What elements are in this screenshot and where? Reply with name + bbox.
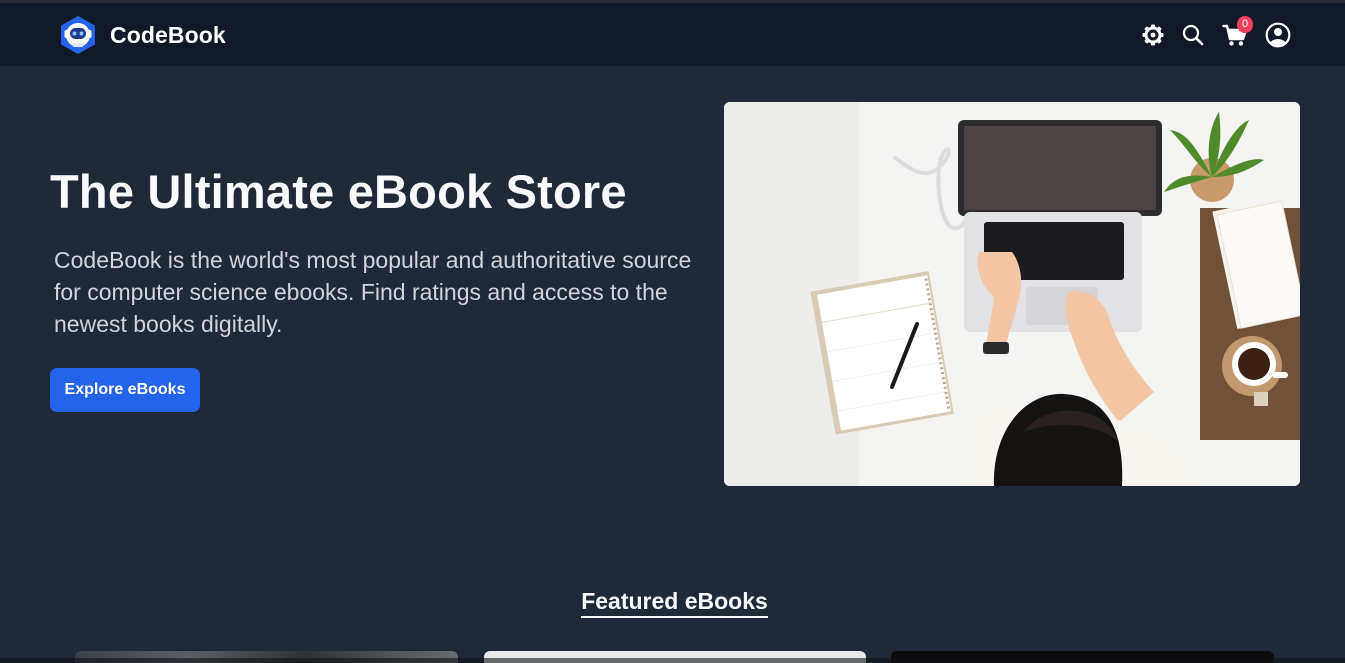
featured-ebooks-heading: Featured eBooks: [0, 588, 1345, 618]
gear-icon[interactable]: [1138, 20, 1168, 50]
search-icon[interactable]: [1178, 20, 1208, 50]
explore-ebooks-button[interactable]: Explore eBooks: [50, 368, 200, 412]
brand-name: CodeBook: [110, 21, 226, 48]
desk-photo-illustration: [724, 102, 1300, 486]
hero-description: CodeBook is the world's most popular and…: [54, 247, 692, 337]
astronaut-logo-icon: [61, 16, 95, 54]
hero-title: The Ultimate eBook Store: [50, 165, 627, 218]
user-circle-icon[interactable]: [1263, 20, 1293, 50]
cart-icon[interactable]: 0: [1220, 16, 1253, 50]
featured-ebooks-title: Featured eBooks: [581, 588, 768, 618]
hero-image: [724, 102, 1300, 486]
window-bottom-edge: [0, 658, 1345, 663]
cart-count-badge: 0: [1237, 16, 1253, 33]
brand-link[interactable]: CodeBook: [58, 15, 226, 55]
navbar: CodeBook 0: [0, 3, 1345, 67]
